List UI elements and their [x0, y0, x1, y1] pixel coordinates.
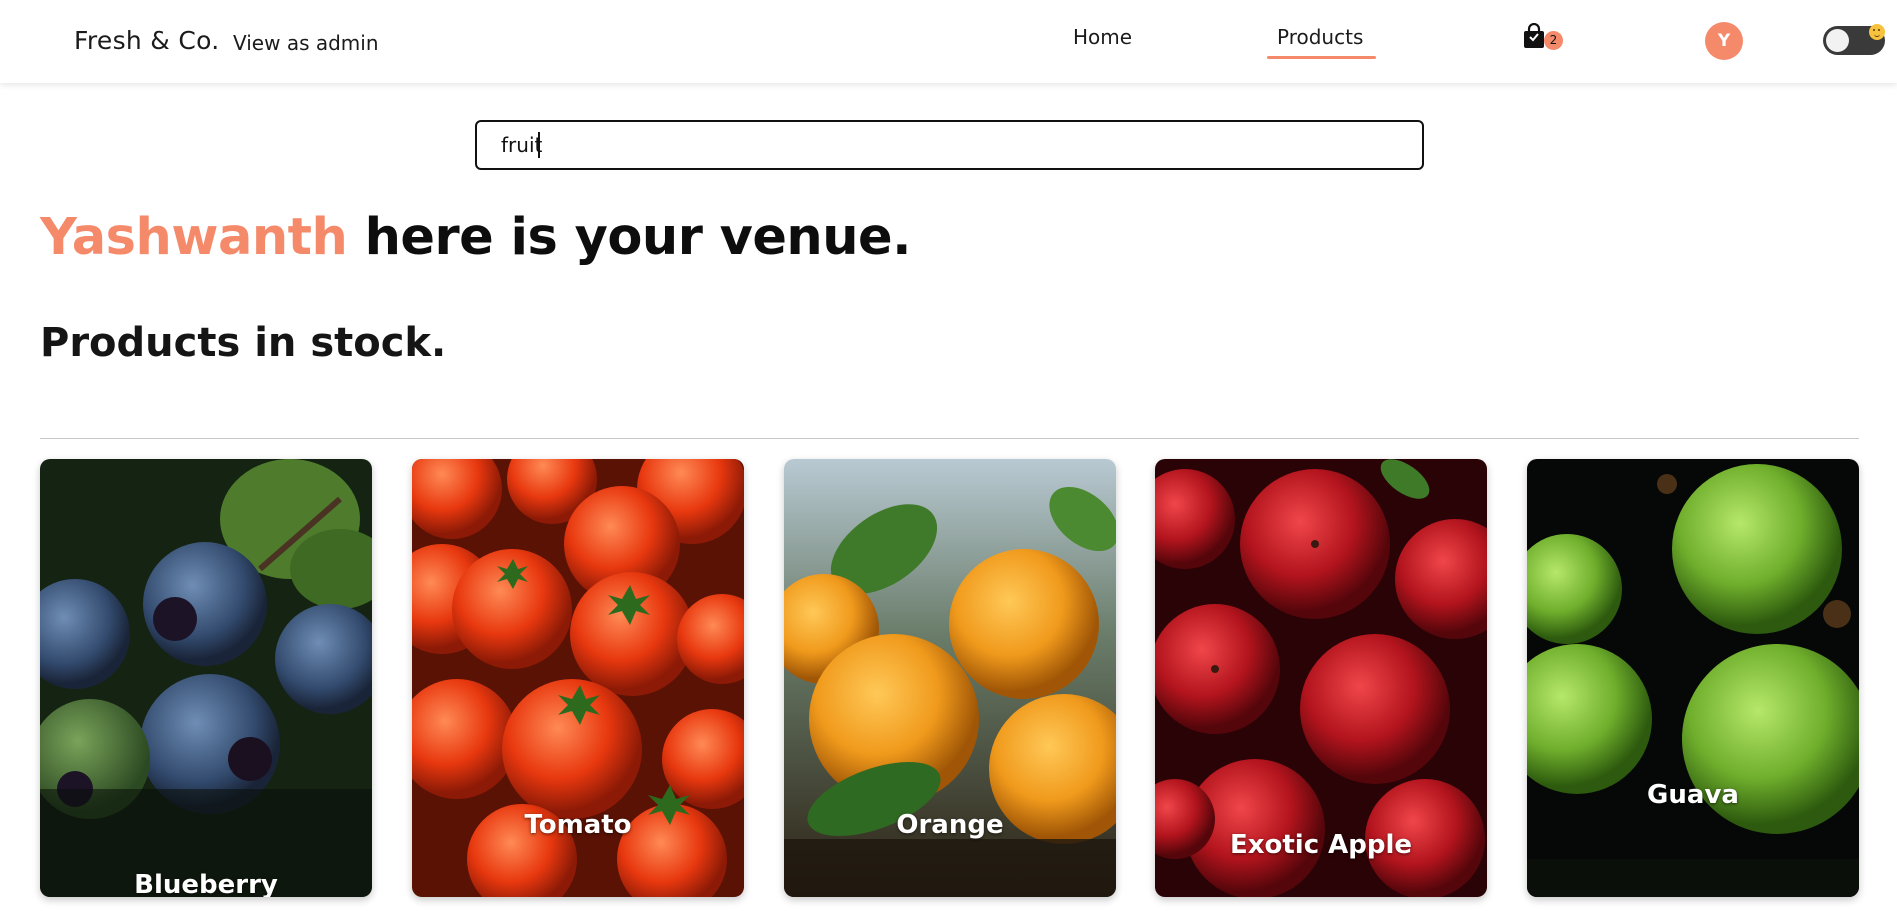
product-card-blueberry[interactable]: Blueberry — [40, 459, 372, 897]
top-navbar: Fresh & Co. View as admin Home Products … — [0, 0, 1897, 83]
product-card-tomato[interactable]: Tomato — [412, 459, 744, 897]
product-name: Tomato — [524, 810, 632, 840]
brand-logo[interactable]: Fresh & Co. — [74, 26, 220, 55]
toggle-knob — [1826, 29, 1849, 52]
guava-photo — [1527, 459, 1859, 897]
theme-toggle[interactable] — [1823, 24, 1885, 55]
section-title: Products in stock. — [40, 320, 447, 366]
user-avatar[interactable]: Y — [1705, 22, 1743, 60]
product-card-exotic-apple[interactable]: Exotic Apple — [1155, 459, 1487, 897]
sun-emoji-icon — [1869, 24, 1885, 40]
search-input[interactable] — [475, 120, 1424, 170]
user-name: Yashwanth — [40, 208, 348, 267]
nav-home-link[interactable]: Home — [1073, 25, 1132, 49]
view-as-admin-link[interactable]: View as admin — [233, 31, 379, 55]
cart-count-badge: 2 — [1544, 31, 1563, 50]
product-name: Blueberry — [134, 870, 278, 897]
text-caret — [538, 132, 540, 158]
product-name: Guava — [1647, 780, 1739, 810]
product-name: Orange — [896, 810, 1004, 840]
product-card-orange[interactable]: Orange — [784, 459, 1116, 897]
blueberry-photo — [40, 459, 372, 897]
page-headline: Yashwanth here is your venue. — [40, 208, 912, 267]
cart-button[interactable]: 2 — [1522, 23, 1564, 53]
active-nav-indicator — [1267, 56, 1376, 59]
product-name: Exotic Apple — [1229, 830, 1413, 860]
headline-text: here is your venue. — [347, 208, 912, 267]
nav-products-link[interactable]: Products — [1277, 25, 1363, 49]
shopping-bag-icon — [1524, 23, 1544, 48]
section-divider — [40, 438, 1859, 439]
product-card-guava[interactable]: Guava — [1527, 459, 1859, 897]
